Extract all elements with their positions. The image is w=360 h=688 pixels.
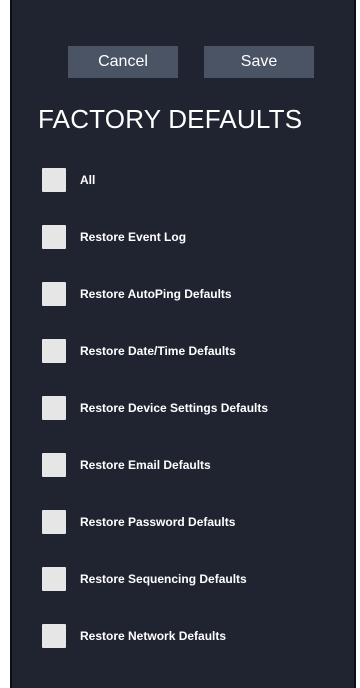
checkbox[interactable] [42, 282, 66, 306]
option-all[interactable]: All [42, 166, 95, 194]
checkbox[interactable] [42, 225, 66, 249]
option-restore-sequencing-defaults[interactable]: Restore Sequencing Defaults [42, 565, 247, 593]
checkbox[interactable] [42, 396, 66, 420]
option-restore-email-defaults[interactable]: Restore Email Defaults [42, 451, 211, 479]
checkbox[interactable] [42, 510, 66, 534]
option-label: Restore Email Defaults [80, 458, 211, 472]
option-label: Restore Network Defaults [80, 629, 227, 643]
option-restore-device-settings-defaults[interactable]: Restore Device Settings Defaults [42, 394, 268, 422]
checkbox[interactable] [42, 453, 66, 477]
option-label: Restore Event Log [80, 230, 187, 244]
option-label: Restore Date/Time Defaults [80, 344, 236, 358]
page-title: FACTORY DEFAULTS [38, 104, 303, 134]
option-restore-password-defaults[interactable]: Restore Password Defaults [42, 508, 235, 536]
factory-defaults-panel: Cancel Save FACTORY DEFAULTS All Restore… [10, 0, 356, 688]
option-restore-event-log[interactable]: Restore Event Log [42, 223, 186, 251]
save-button[interactable]: Save [204, 46, 314, 78]
checkbox[interactable] [42, 567, 66, 591]
option-label: Restore AutoPing Defaults [80, 287, 232, 301]
option-restore-network-defaults[interactable]: Restore Network Defaults [42, 622, 226, 650]
option-label: Restore Sequencing Defaults [80, 572, 247, 586]
checkbox[interactable] [42, 339, 66, 363]
option-restore-date-time-defaults[interactable]: Restore Date/Time Defaults [42, 337, 236, 365]
checkbox[interactable] [42, 624, 66, 648]
option-label: Restore Password Defaults [80, 515, 236, 529]
cancel-button[interactable]: Cancel [68, 46, 178, 78]
checkbox[interactable] [42, 168, 66, 192]
option-restore-autoping-defaults[interactable]: Restore AutoPing Defaults [42, 280, 232, 308]
option-label: Restore Device Settings Defaults [80, 401, 269, 415]
option-label: All [80, 173, 96, 187]
